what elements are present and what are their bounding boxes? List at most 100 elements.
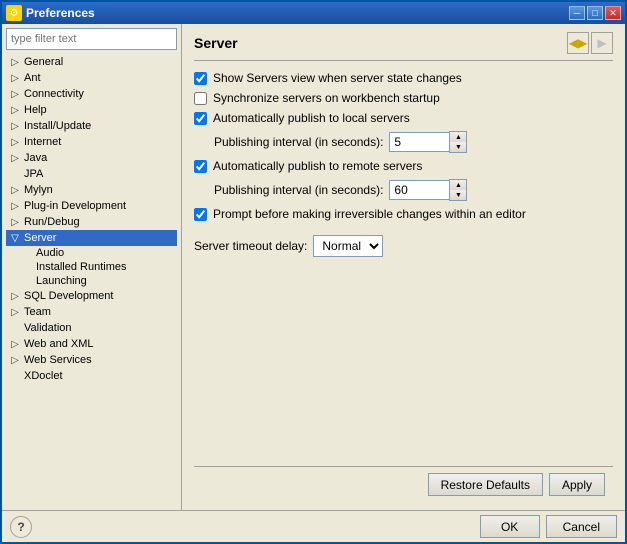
minimize-button[interactable]: ─ (569, 6, 585, 20)
tree-item-label: Install/Update (24, 120, 91, 132)
auto-publish-remote-row: Automatically publish to remote servers (194, 159, 613, 173)
tree-item-label: Validation (24, 322, 72, 334)
auto-publish-local-checkbox[interactable] (194, 112, 207, 125)
maximize-button[interactable]: □ (587, 6, 603, 20)
tree-item-label: Help (24, 104, 47, 116)
tree-item-help[interactable]: ▷ Help (6, 102, 177, 118)
expander-icon: ▷ (8, 369, 22, 383)
spinner-down-button[interactable]: ▼ (450, 190, 466, 200)
expander-icon: ▽ (8, 231, 22, 245)
footer: ? OK Cancel (2, 510, 625, 542)
tree-item-java[interactable]: ▷ Java (6, 150, 177, 166)
tree-item-label: Installed Runtimes (36, 261, 127, 273)
tree-item-server[interactable]: ▽ Server (6, 230, 177, 246)
tree-item-label: Web Services (24, 354, 92, 366)
tree-item-ant[interactable]: ▷ Ant (6, 70, 177, 86)
publish-remote-spinner: ▲ ▼ (389, 179, 467, 201)
right-panel: Server ◀▶ ▶ Show Servers view when serve… (182, 24, 625, 510)
expander-icon: ▷ (8, 337, 22, 351)
expander-icon: ▷ (8, 71, 22, 85)
show-servers-checkbox[interactable] (194, 72, 207, 85)
apply-button[interactable]: Apply (549, 473, 605, 496)
panel-header: Server ◀▶ ▶ (194, 32, 613, 61)
expander-icon: ▷ (8, 215, 22, 229)
bottom-bar: Restore Defaults Apply (194, 466, 613, 502)
tree-item-web-xml[interactable]: ▷ Web and XML (6, 336, 177, 352)
expander-icon: ▷ (8, 199, 22, 213)
tree-item-run-debug[interactable]: ▷ Run/Debug (6, 214, 177, 230)
sync-servers-row: Synchronize servers on workbench startup (194, 91, 613, 105)
tree-item-label: Web and XML (24, 338, 94, 350)
timeout-delay-select[interactable]: Normal Short Long Never (313, 235, 383, 257)
expander-icon: ▷ (8, 305, 22, 319)
spinner-buttons: ▲ ▼ (449, 179, 467, 201)
cancel-button[interactable]: Cancel (546, 515, 617, 538)
auto-publish-local-label: Automatically publish to local servers (213, 111, 410, 125)
expander-icon: ▷ (8, 87, 22, 101)
tree-item-internet[interactable]: ▷ Internet (6, 134, 177, 150)
nav-back-button[interactable]: ▶ (591, 32, 613, 54)
tree-item-label: Internet (24, 136, 61, 148)
tree-item-label: Connectivity (24, 88, 84, 100)
expander-icon: ▷ (8, 183, 22, 197)
tree-item-jpa[interactable]: ▷ JPA (6, 166, 177, 182)
tree-item-connectivity[interactable]: ▷ Connectivity (6, 86, 177, 102)
spinner-down-button[interactable]: ▼ (450, 142, 466, 152)
auto-publish-remote-checkbox[interactable] (194, 160, 207, 173)
sync-servers-label: Synchronize servers on workbench startup (213, 91, 440, 105)
restore-defaults-button[interactable]: Restore Defaults (428, 473, 543, 496)
prompt-changes-checkbox[interactable] (194, 208, 207, 221)
tree-item-plugin-dev[interactable]: ▷ Plug-in Development (6, 198, 177, 214)
window-icon: ⚙ (6, 5, 22, 21)
panel-title: Server (194, 35, 238, 51)
tree-item-label: JPA (24, 168, 43, 180)
publish-remote-input[interactable] (389, 180, 449, 200)
tree-item-label: Team (24, 306, 51, 318)
tree-item-mylyn[interactable]: ▷ Mylyn (6, 182, 177, 198)
tree-item-sql-dev[interactable]: ▷ SQL Development (6, 288, 177, 304)
tree-item-installed-runtimes[interactable]: Installed Runtimes (6, 260, 177, 274)
tree-item-label: General (24, 56, 63, 68)
window-title: Preferences (26, 6, 565, 20)
show-servers-row: Show Servers view when server state chan… (194, 71, 613, 85)
publish-local-interval-row: Publishing interval (in seconds): ▲ ▼ (194, 131, 613, 153)
spinner-up-button[interactable]: ▲ (450, 132, 466, 142)
expander-icon: ▷ (8, 135, 22, 149)
tree-item-label: Audio (36, 247, 64, 259)
auto-publish-local-row: Automatically publish to local servers (194, 111, 613, 125)
timeout-delay-label: Server timeout delay: (194, 239, 307, 253)
spinner-up-button[interactable]: ▲ (450, 180, 466, 190)
nav-forward-button[interactable]: ◀▶ (567, 32, 589, 54)
expander-icon: ▷ (8, 55, 22, 69)
publish-remote-interval-label: Publishing interval (in seconds): (214, 183, 383, 197)
publish-local-spinner: ▲ ▼ (389, 131, 467, 153)
tree-view: ▷ General ▷ Ant ▷ Connectivity ▷ Help (6, 54, 177, 506)
tree-item-web-services[interactable]: ▷ Web Services (6, 352, 177, 368)
tree-item-xdoclet[interactable]: ▷ XDoclet (6, 368, 177, 384)
sync-servers-checkbox[interactable] (194, 92, 207, 105)
expander-icon: ▷ (8, 119, 22, 133)
tree-item-general[interactable]: ▷ General (6, 54, 177, 70)
auto-publish-remote-label: Automatically publish to remote servers (213, 159, 422, 173)
tree-item-team[interactable]: ▷ Team (6, 304, 177, 320)
tree-item-launching[interactable]: Launching (6, 274, 177, 288)
filter-input[interactable] (6, 28, 177, 50)
expander-icon: ▷ (8, 103, 22, 117)
help-button[interactable]: ? (10, 516, 32, 538)
publish-local-input[interactable] (389, 132, 449, 152)
tree-item-label: XDoclet (24, 370, 63, 382)
close-button[interactable]: ✕ (605, 6, 621, 20)
tree-item-validation[interactable]: ▷ Validation (6, 320, 177, 336)
publish-local-interval-label: Publishing interval (in seconds): (214, 135, 383, 149)
tree-item-label: SQL Development (24, 290, 113, 302)
ok-button[interactable]: OK (480, 515, 540, 538)
expander-icon: ▷ (8, 151, 22, 165)
title-bar: ⚙ Preferences ─ □ ✕ (2, 2, 625, 24)
panel-body: Show Servers view when server state chan… (194, 71, 613, 466)
prompt-changes-label: Prompt before making irreversible change… (213, 207, 526, 221)
prompt-changes-row: Prompt before making irreversible change… (194, 207, 613, 221)
tree-item-install-update[interactable]: ▷ Install/Update (6, 118, 177, 134)
tree-item-label: Plug-in Development (24, 200, 126, 212)
tree-item-label: Mylyn (24, 184, 53, 196)
tree-item-audio[interactable]: Audio (6, 246, 177, 260)
